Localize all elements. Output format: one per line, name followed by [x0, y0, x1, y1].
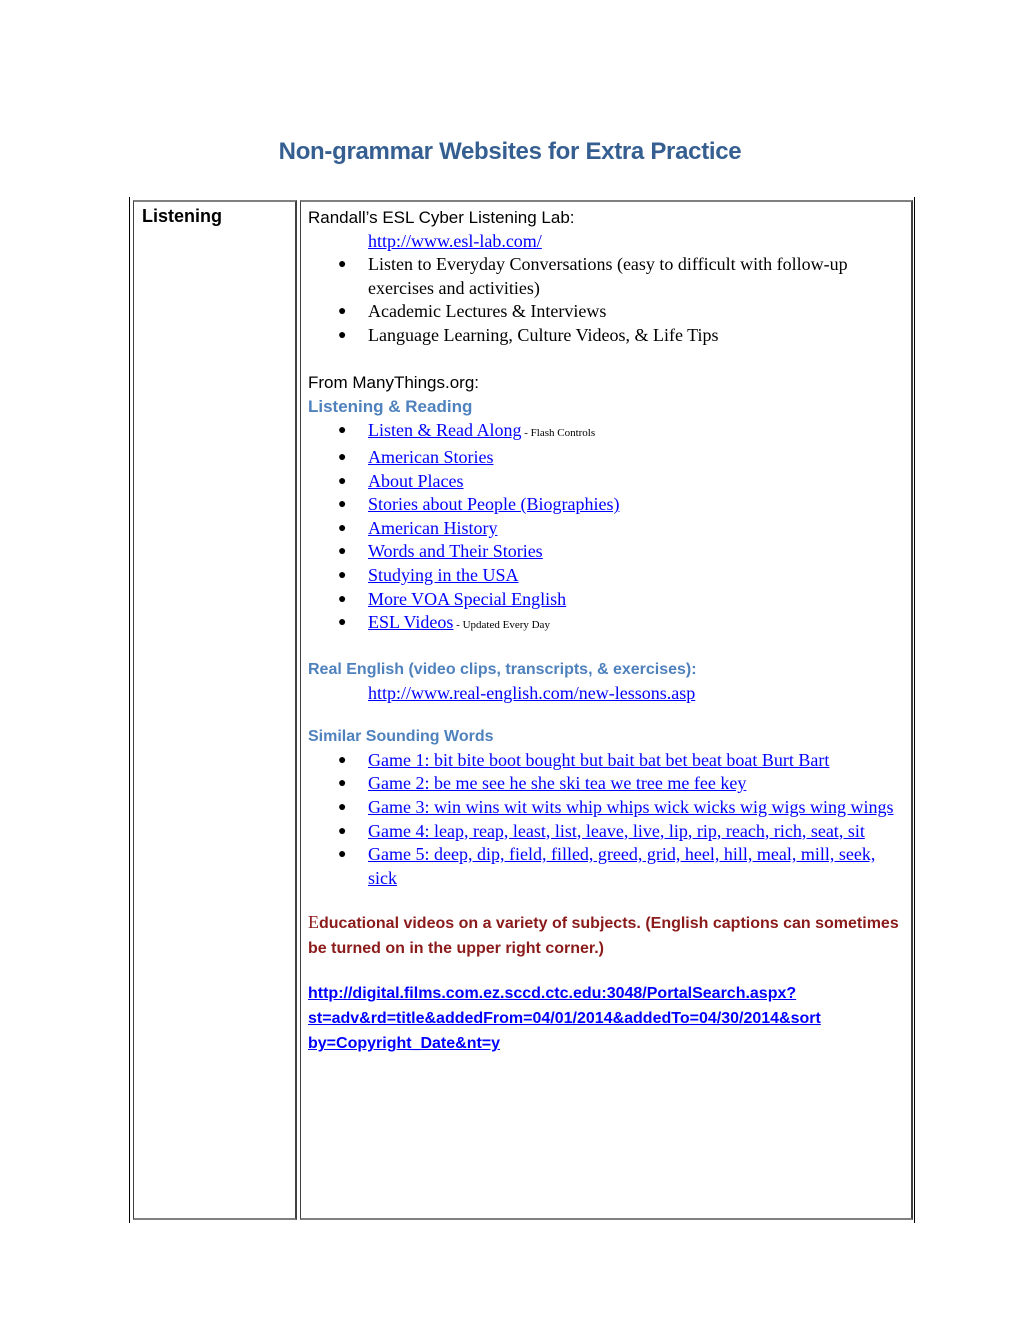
- list-item: ● Listen to Everyday Conversations (easy …: [338, 254, 848, 298]
- real-english-heading: Real English (video clips, transcripts, …: [308, 660, 697, 678]
- stories-about-people-link[interactable]: Stories about People (Biographies): [368, 494, 619, 514]
- real-english-url-line: http://www.real-english.com/new-lessons.…: [308, 682, 906, 705]
- list-item: ● Game 1: bit bite boot bought but bait b…: [308, 749, 906, 773]
- category-label: Listening: [142, 206, 222, 226]
- bullet-icon: ●: [338, 304, 347, 320]
- list-item: ● Game 4: leap, reap, least, list, leave,…: [308, 820, 906, 844]
- bullet-icon: ●: [338, 544, 347, 560]
- table-outer-border-left: [129, 197, 130, 1223]
- american-stories-link[interactable]: American Stories: [368, 447, 493, 467]
- randall-url-link[interactable]: http://www.esl-lab.com/: [368, 231, 542, 251]
- bullet-icon: ●: [338, 799, 347, 815]
- resources-content: Randall’s ESL Cyber Listening Lab: http:…: [308, 204, 906, 1056]
- manythings-link-list: ● Listen & Read Along - Flash Controls ● A…: [308, 419, 906, 637]
- about-places-link[interactable]: About Places: [368, 471, 463, 491]
- page-title: Non-grammar Websites for Extra Practice: [278, 138, 742, 165]
- list-item: ● Listen & Read Along - Flash Controls: [308, 419, 906, 446]
- bullet-icon: ●: [338, 567, 347, 583]
- films-portal-link-line-2[interactable]: st=adv&rd=title&addedFrom=04/01/2014&add…: [308, 1010, 821, 1027]
- game-1-link[interactable]: Game 1: bit bite boot bought but bait ba…: [368, 750, 829, 770]
- bullet-icon: ●: [338, 497, 347, 513]
- game-4-link[interactable]: Game 4: leap, reap, least, list, leave, …: [368, 821, 865, 841]
- list-item: ● Game 2: be me see he she ski tea we tre…: [308, 772, 906, 796]
- bullet-icon: ●: [338, 449, 347, 465]
- similar-sounding-heading: Similar Sounding Words: [308, 727, 494, 745]
- manythings-heading: From ManyThings.org:: [308, 373, 479, 393]
- bullet-icon: ●: [338, 615, 347, 631]
- bullet-icon: ●: [338, 423, 347, 439]
- esl-videos-link[interactable]: ESL Videos: [368, 612, 453, 632]
- list-item: ● Game 3: win wins wit wits whip whips wi…: [308, 796, 906, 820]
- studying-in-the-usa-link[interactable]: Studying in the USA: [368, 565, 519, 585]
- real-english-url-link[interactable]: http://www.real-english.com/new-lessons.…: [368, 683, 695, 703]
- randall-url-line: http://www.esl-lab.com/: [308, 230, 906, 253]
- bullet-icon: ●: [338, 473, 347, 489]
- randall-feature-list: ● Listen to Everyday Conversations (easy …: [308, 253, 906, 347]
- list-item: ● Words and Their Stories: [308, 540, 906, 564]
- american-history-link[interactable]: American History: [368, 518, 497, 538]
- table-cell-category: Listening: [133, 200, 297, 1220]
- randall-heading: Randall’s ESL Cyber Listening Lab:: [308, 208, 575, 227]
- listening-reading-subheading: Listening & Reading: [308, 397, 473, 417]
- bullet-icon: ●: [338, 776, 347, 792]
- list-item: ● Studying in the USA: [308, 564, 906, 588]
- list-item: ● ESL Videos - Updated Every Day: [308, 611, 906, 638]
- educational-videos-description: Educational videos on a variety of subje…: [308, 912, 899, 958]
- game-5-link[interactable]: Game 5: deep, dip, field, filled, greed,…: [368, 844, 875, 888]
- bullet-icon: ●: [338, 591, 347, 607]
- bullet-icon: ●: [338, 823, 347, 839]
- similar-sounding-game-list: ● Game 1: bit bite boot bought but bait b…: [308, 749, 906, 891]
- bullet-icon: ●: [338, 327, 347, 343]
- films-portal-link-line-3[interactable]: by=Copyright_Date&nt=y: [308, 1035, 500, 1052]
- list-item: ● About Places: [308, 470, 906, 494]
- table-outer-border-right: [914, 197, 915, 1223]
- words-and-their-stories-link[interactable]: Words and Their Stories: [368, 541, 543, 561]
- list-item: ● Stories about People (Biographies): [308, 493, 906, 517]
- more-voa-special-english-link[interactable]: More VOA Special English: [368, 589, 566, 609]
- game-2-link[interactable]: Game 2: be me see he she ski tea we tree…: [368, 773, 746, 793]
- educational-videos-url: http://digital.films.com.ez.sccd.ctc.edu…: [308, 981, 906, 1056]
- bullet-icon: ●: [338, 847, 347, 863]
- list-item: ● Language Learning, Culture Videos, & Li…: [308, 324, 906, 348]
- link-note: - Flash Controls: [521, 427, 596, 440]
- list-item: ● American History: [308, 517, 906, 541]
- table-cell-resources: Randall’s ESL Cyber Listening Lab: http:…: [300, 200, 913, 1220]
- list-item: ● Game 5: deep, dip, field, filled, greed…: [308, 843, 906, 890]
- bullet-icon: ●: [338, 752, 347, 768]
- bullet-icon: ●: [338, 257, 347, 272]
- list-item: ● American Stories: [308, 446, 906, 470]
- films-portal-link-line-1[interactable]: http://digital.films.com.ez.sccd.ctc.edu…: [308, 985, 796, 1002]
- game-3-link[interactable]: Game 3: win wins wit wits whip whips wic…: [368, 797, 894, 817]
- bullet-icon: ●: [338, 520, 347, 536]
- list-item: ● More VOA Special English: [308, 588, 906, 612]
- listen-read-along-link[interactable]: Listen & Read Along: [368, 420, 521, 440]
- list-item: ● Academic Lectures & Interviews: [308, 300, 906, 324]
- link-note: - Updated Every Day: [453, 619, 550, 632]
